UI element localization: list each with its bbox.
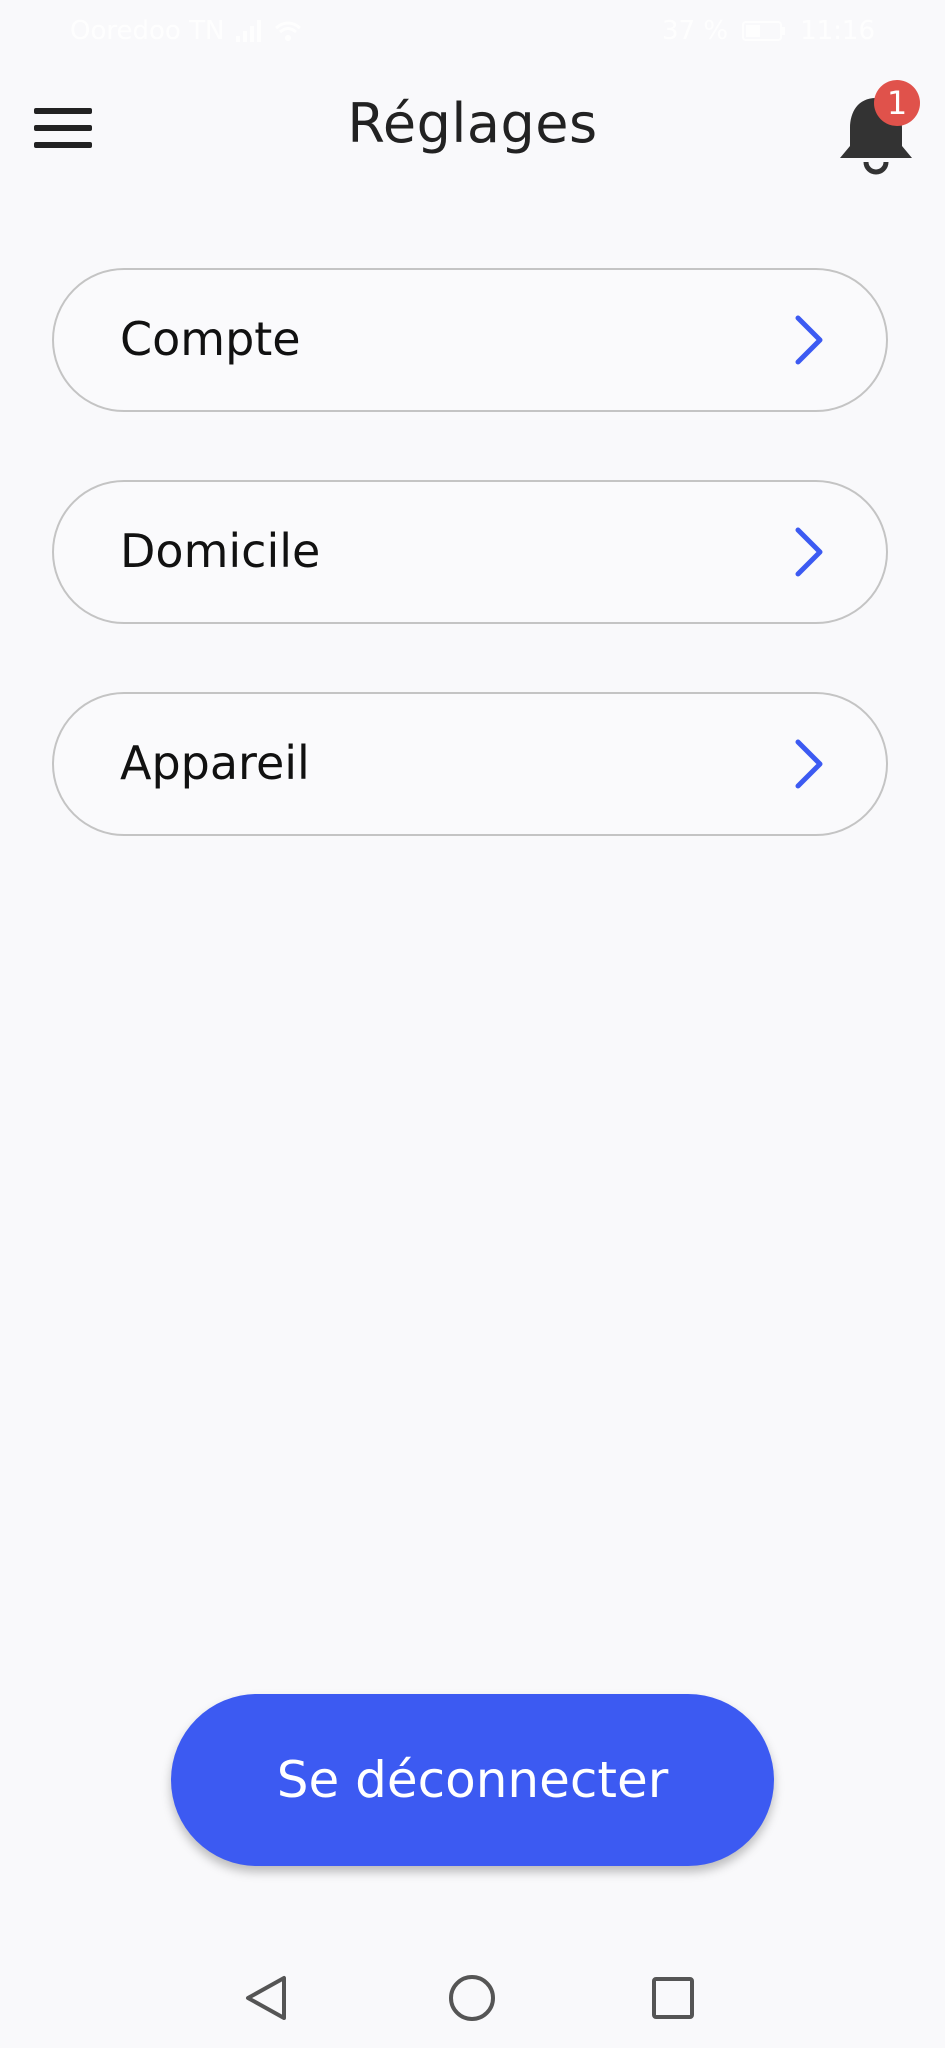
notification-badge: 1 (874, 80, 920, 126)
signal-icon (236, 20, 262, 42)
wifi-icon (274, 20, 302, 42)
chevron-right-icon (788, 314, 828, 366)
settings-item-account[interactable]: Compte (52, 268, 888, 412)
home-circle-icon (444, 1975, 500, 2030)
status-bar: Ooredoo TN 37 % 11:16 (0, 0, 945, 60)
chevron-right-icon (788, 738, 828, 790)
logout-button[interactable]: Se déconnecter (171, 1694, 774, 1866)
page-title: Réglages (347, 92, 598, 155)
settings-list: Compte Domicile Appareil (52, 268, 892, 904)
chevron-right-icon (788, 526, 828, 578)
status-right: 37 % 11:16 (662, 16, 875, 46)
back-triangle-icon (240, 1976, 296, 2030)
settings-item-device[interactable]: Appareil (52, 692, 888, 836)
settings-screen: Ooredoo TN 37 % 11:16 Réglages 1 Compte … (0, 0, 945, 2048)
notifications-button[interactable]: 1 (830, 80, 930, 180)
recents-square-icon (645, 1977, 701, 2030)
clock: 11:16 (800, 16, 875, 46)
logout-label: Se déconnecter (276, 1751, 669, 1809)
settings-item-label: Compte (120, 312, 301, 366)
battery-percent: 37 % (662, 16, 729, 46)
home-button[interactable] (444, 1970, 500, 2026)
settings-item-label: Domicile (120, 524, 321, 578)
settings-item-label: Appareil (120, 736, 310, 790)
back-button[interactable] (240, 1970, 296, 2026)
status-left: Ooredoo TN (70, 16, 302, 46)
recents-button[interactable] (645, 1970, 701, 2026)
settings-item-home[interactable]: Domicile (52, 480, 888, 624)
carrier-name: Ooredoo TN (70, 16, 225, 46)
battery-icon (742, 20, 786, 42)
system-nav-bar (0, 1940, 945, 2048)
app-header: Réglages 1 (0, 70, 945, 185)
